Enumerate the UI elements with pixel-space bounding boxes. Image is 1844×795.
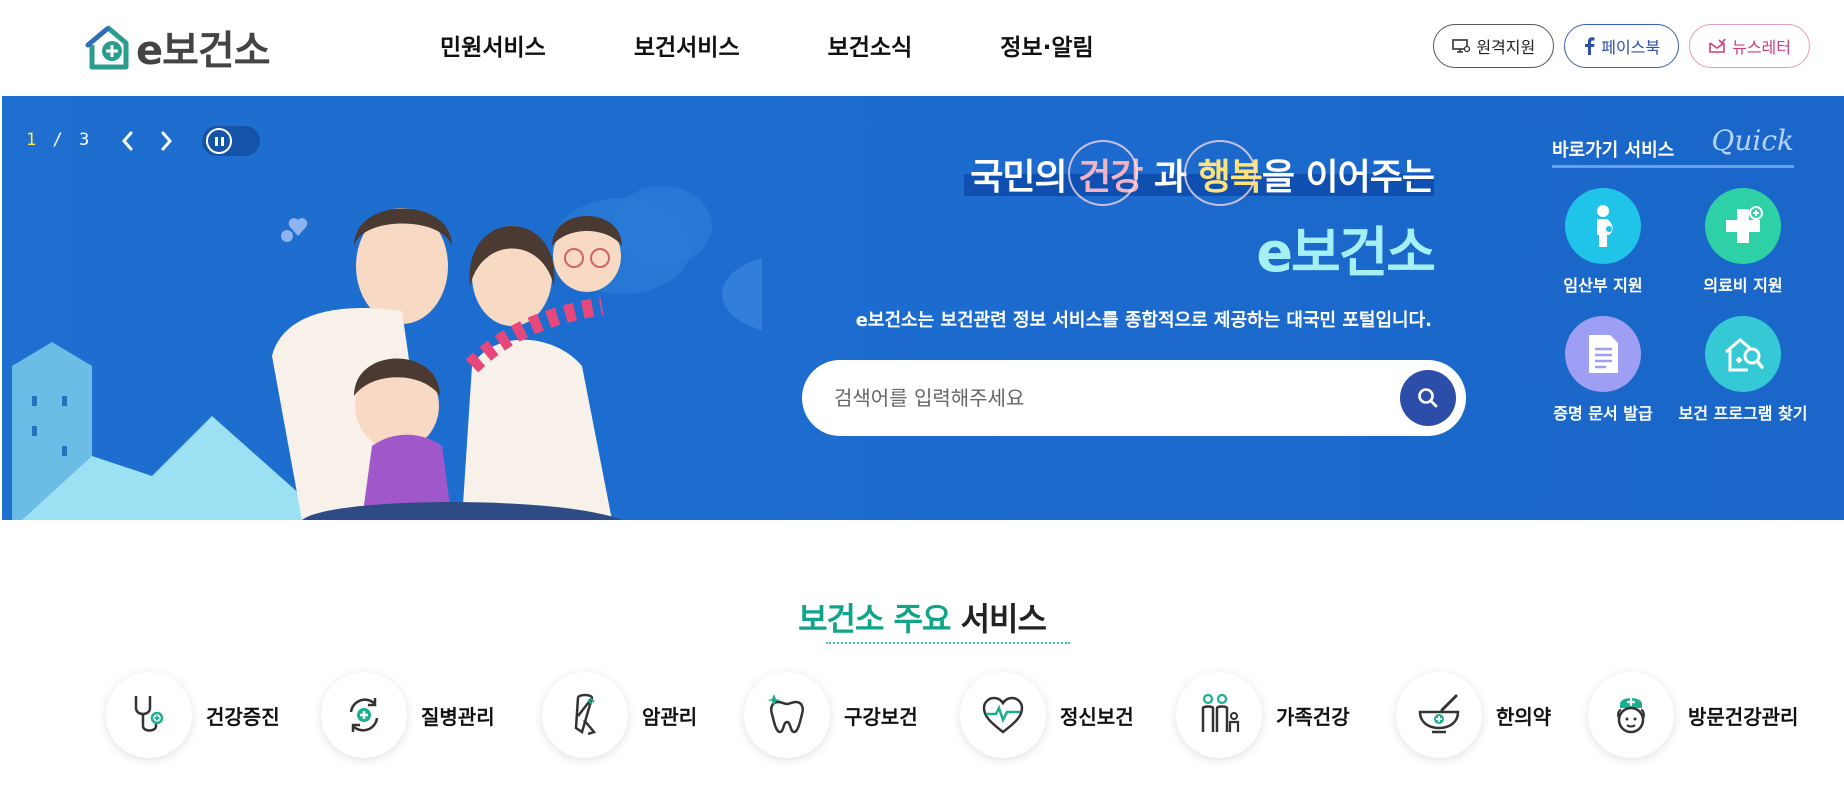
hero-illustration (12, 186, 762, 520)
chevron-left-icon (122, 131, 133, 151)
site-logo[interactable]: e보건소 (84, 18, 271, 76)
quick-script-text: Quick (1711, 124, 1794, 157)
facebook-button[interactable]: 페이스북 (1564, 24, 1680, 68)
monitor-icon (1452, 39, 1471, 53)
service-label: 구강보건 (844, 704, 918, 729)
quick-item-program-search[interactable]: 보건 프로그램 찾기 (1673, 316, 1813, 424)
newsletter-button[interactable]: 뉴스레터 (1689, 24, 1810, 68)
services-title-dark: 서비스 (950, 600, 1047, 638)
quick-item-medical-support[interactable]: 의료비 지원 (1673, 188, 1813, 296)
quick-label: 임산부 지원 (1563, 276, 1643, 295)
pause-icon (206, 128, 232, 154)
service-label: 암관리 (642, 704, 698, 729)
search-input[interactable] (834, 378, 1374, 418)
services-title-green: 보건소 주요 (798, 600, 951, 638)
quick-label: 보건 프로그램 찾기 (1678, 404, 1808, 423)
home-search-icon (1705, 316, 1781, 392)
service-label: 건강증진 (206, 704, 280, 729)
hero-brand: e보건소 (1256, 221, 1436, 284)
facebook-label: 페이스북 (1601, 38, 1661, 57)
stethoscope-icon (106, 672, 192, 758)
ribbon-icon (542, 672, 628, 758)
search-icon (1418, 388, 1438, 408)
hero-title-part3: 을 이어주는 (1261, 157, 1435, 198)
nav-item-info-notice[interactable]: 정보·알림 (1000, 28, 1093, 62)
search-button[interactable] (1400, 370, 1456, 426)
facebook-icon (1585, 37, 1595, 55)
quick-item-pregnant-support[interactable]: 임산부 지원 (1533, 188, 1673, 296)
quick-label: 의료비 지원 (1703, 276, 1783, 295)
service-disease-management[interactable]: 질병관리 (321, 672, 495, 758)
title-underline (826, 642, 1070, 644)
service-family-health[interactable]: 가족건강 (1176, 672, 1350, 758)
next-slide-button[interactable] (154, 128, 178, 154)
nav-item-health-service[interactable]: 보건서비스 (634, 28, 740, 62)
main-nav: 민원서비스 보건서비스 보건소식 정보·알림 (440, 28, 1182, 62)
logo-text: e보건소 (136, 28, 271, 74)
remote-support-label: 원격지원 (1476, 38, 1536, 57)
service-label: 한의약 (1496, 704, 1552, 729)
hero-title-part1: 국민의 (970, 157, 1079, 198)
service-label: 질병관리 (421, 704, 495, 729)
service-health-promotion[interactable]: 건강증진 (106, 672, 280, 758)
remote-support-button[interactable]: 원격지원 (1433, 24, 1555, 68)
hero-description: e보건소는 보건관련 정보 서비스를 종합적으로 제공하는 대국민 포털입니다. (855, 310, 1432, 331)
service-label: 가족건강 (1276, 704, 1350, 729)
chevron-right-icon (161, 131, 172, 151)
service-label: 정신보건 (1060, 704, 1134, 729)
hero-banner: 1 / 3 국민의 건강 과 행복을 이어주는 e보건소 e보건소는 보건관련 … (2, 96, 1844, 520)
slide-pager: 1 / 3 (26, 130, 89, 150)
family-icon (1176, 672, 1262, 758)
site-header: e보건소 민원서비스 보건서비스 보건소식 정보·알림 원격지원 페이스북 뉴스… (0, 0, 1844, 96)
mortar-pestle-icon (1396, 672, 1482, 758)
heartbeat-icon (960, 672, 1046, 758)
quick-services-header: 바로가기 서비스 Quick (1552, 124, 1794, 168)
service-home-visit-care[interactable]: 방문건강관리 (1588, 672, 1798, 758)
slide-current: 1 (26, 130, 37, 150)
service-cancer-management[interactable]: 암관리 (542, 672, 697, 758)
service-mental-health[interactable]: 정신보건 (960, 672, 1134, 758)
slide-separator: / (52, 130, 63, 150)
circle-decoration (1068, 140, 1138, 206)
prev-slide-button[interactable] (116, 128, 140, 154)
search-box (802, 360, 1466, 436)
utility-links: 원격지원 페이스북 뉴스레터 (1423, 24, 1810, 68)
nav-item-civil-service[interactable]: 민원서비스 (440, 28, 546, 62)
tooth-icon (744, 672, 830, 758)
newsletter-label: 뉴스레터 (1732, 38, 1791, 57)
nav-item-health-news[interactable]: 보건소식 (828, 28, 913, 62)
service-oriental-medicine[interactable]: 한의약 (1396, 672, 1551, 758)
main-services-title: 보건소 주요 서비스 (0, 594, 1844, 640)
nurse-icon (1588, 672, 1674, 758)
pause-slide-button[interactable] (202, 126, 260, 156)
medical-cross-icon (1705, 188, 1781, 264)
service-label: 방문건강관리 (1688, 704, 1799, 729)
quick-item-certificate[interactable]: 증명 문서 발급 (1533, 316, 1673, 424)
service-oral-health[interactable]: 구강보건 (744, 672, 918, 758)
quick-services-title: 바로가기 서비스 (1552, 140, 1675, 161)
logo-house-icon (85, 25, 129, 70)
circle-decoration (1184, 140, 1256, 206)
slide-total: 3 (79, 130, 90, 150)
quick-label: 증명 문서 발급 (1553, 404, 1653, 423)
document-icon (1565, 316, 1641, 392)
newsletter-icon (1709, 38, 1726, 53)
disease-cycle-icon (321, 672, 407, 758)
pregnant-woman-icon (1565, 188, 1641, 264)
